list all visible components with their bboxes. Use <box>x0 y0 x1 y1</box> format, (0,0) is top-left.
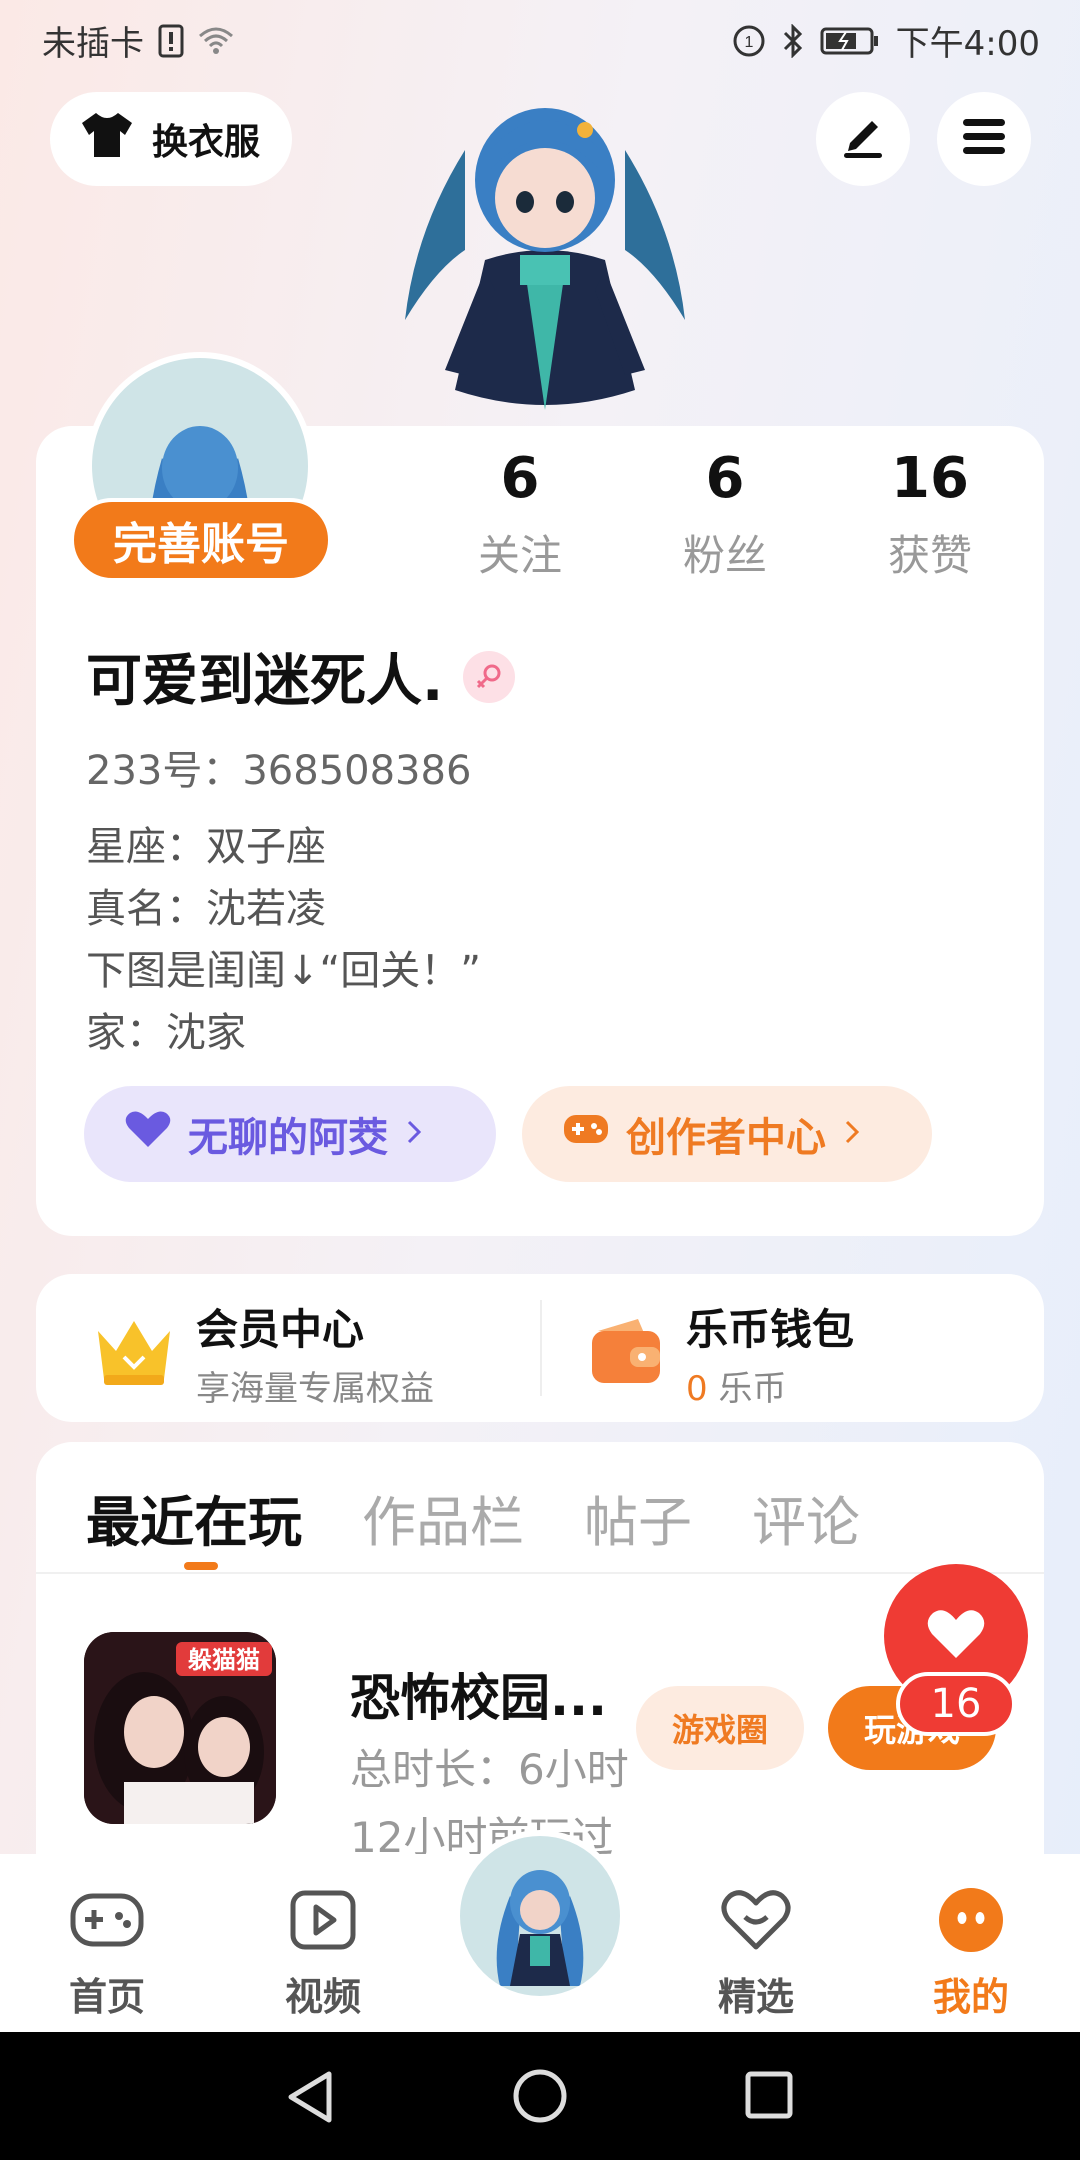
sim-alert-icon <box>158 24 184 58</box>
carrier-text: 未插卡 <box>42 24 144 64</box>
tab-comments[interactable]: 评论 <box>752 1478 860 1557</box>
bio-line: 下图是闺闺↓“回关！” <box>86 948 481 994</box>
stat-likes[interactable]: 16 获赞 <box>840 444 1020 583</box>
tab-posts[interactable]: 帖子 <box>584 1478 692 1557</box>
data-saver-icon: 1 <box>732 24 766 58</box>
like-count-badge: 16 <box>896 1672 1016 1736</box>
nav-mine[interactable]: 我的 <box>896 1882 1046 2021</box>
game-circle-button[interactable]: 游戏圈 <box>636 1686 804 1770</box>
stat-following[interactable]: 6 关注 <box>430 444 610 583</box>
divider <box>36 1572 1044 1574</box>
likes-count: 16 <box>891 446 969 511</box>
female-gender-icon <box>463 650 516 703</box>
following-label: 关注 <box>477 531 562 580</box>
vip-subtitle: 享海量专属权益 <box>196 1369 434 1409</box>
center-avatar-button[interactable] <box>454 1830 626 2002</box>
edit-profile-button[interactable] <box>816 92 910 186</box>
wallet-amount: 0 <box>686 1369 708 1409</box>
gamepad-icon <box>562 1111 610 1157</box>
change-clothes-label: 换衣服 <box>152 122 261 163</box>
wallet-balance: 0 乐币 <box>686 1361 854 1410</box>
nav-home[interactable]: 首页 <box>32 1882 182 2021</box>
game-icon[interactable]: 躲猫猫 <box>84 1632 276 1824</box>
home-circle-icon[interactable] <box>512 2068 568 2128</box>
stat-followers[interactable]: 6 粉丝 <box>635 444 815 583</box>
gamepad-icon <box>32 1882 182 1958</box>
vip-title: 会员中心 <box>196 1305 365 1354</box>
system-nav-bar <box>0 2032 1080 2160</box>
complete-account-button[interactable]: 完善账号 <box>70 498 332 582</box>
followers-count: 6 <box>705 446 745 511</box>
bio-line: 真名：沈若凌 <box>86 886 326 932</box>
username: 可爱到迷死人. <box>86 649 444 714</box>
chevron-right-icon <box>404 1111 424 1157</box>
wallet-icon <box>586 1313 666 1393</box>
active-tab-indicator <box>184 1562 218 1570</box>
creator-center-label: 创作者中心 <box>626 1115 826 1161</box>
profile-face-icon <box>896 1882 1046 1958</box>
tab-recently-played[interactable]: 最近在玩 <box>86 1478 302 1557</box>
nav-video-label: 视频 <box>284 1975 361 2019</box>
heart-outline-icon <box>681 1882 831 1958</box>
bio: 星座：双子座 真名：沈若凌 下图是闺闺↓“回关！” 家：沈家 <box>86 816 481 1064</box>
tab-bar: 最近在玩 作品栏 帖子 评论 <box>86 1478 860 1557</box>
vip-center-entry[interactable]: 会员中心 享海量专属权益 <box>92 1296 434 1410</box>
nav-mine-label: 我的 <box>932 1975 1009 2019</box>
nav-home-label: 首页 <box>68 1975 145 2019</box>
bio-line: 家：沈家 <box>86 1010 246 1056</box>
tab-works[interactable]: 作品栏 <box>362 1478 524 1557</box>
game-icon-text: 躲猫猫 <box>188 1646 260 1674</box>
back-icon[interactable] <box>285 2070 335 2128</box>
nav-featured[interactable]: 精选 <box>681 1882 831 2021</box>
clock-text: 下午4:00 <box>895 24 1040 64</box>
nav-featured-label: 精选 <box>717 1975 794 2019</box>
heart-icon <box>124 1109 172 1159</box>
game-duration: 总时长：6小时 <box>350 1745 629 1794</box>
recents-square-icon[interactable] <box>744 2070 794 2124</box>
wallet-unit: 乐币 <box>718 1369 787 1409</box>
friend-pill-label: 无聊的阿茭 <box>188 1115 388 1161</box>
nav-video[interactable]: 视频 <box>248 1882 398 2021</box>
friend-pill-button[interactable]: 无聊的阿茭 <box>84 1086 496 1182</box>
wallet-title: 乐币钱包 <box>686 1305 855 1354</box>
following-count: 6 <box>500 446 540 511</box>
crown-icon <box>92 1313 176 1393</box>
creator-center-button[interactable]: 创作者中心 <box>522 1086 932 1182</box>
member-card: 会员中心 享海量专属权益 乐币钱包 0 乐币 <box>36 1274 1044 1422</box>
change-clothes-button[interactable]: 换衣服 <box>50 92 292 186</box>
status-bar: 未插卡 1 下午4:00 <box>0 0 1080 72</box>
game-name: 恐怖校园... <box>350 1669 607 1727</box>
video-play-icon <box>248 1882 398 1958</box>
user-id: 233号：368508386 <box>86 748 472 794</box>
wallet-entry[interactable]: 乐币钱包 0 乐币 <box>586 1296 854 1410</box>
chevron-right-icon <box>842 1111 862 1157</box>
wifi-icon <box>198 26 234 56</box>
username-row: 可爱到迷死人. <box>86 636 516 717</box>
hamburger-menu-icon <box>961 117 1007 161</box>
followers-label: 粉丝 <box>682 531 767 580</box>
likes-label: 获赞 <box>887 531 972 580</box>
avatar-character-illustration[interactable] <box>395 70 695 430</box>
divider <box>540 1300 542 1396</box>
heart-icon <box>926 1608 986 1664</box>
pencil-icon <box>840 115 886 163</box>
shirt-icon <box>80 111 134 168</box>
bluetooth-icon <box>782 23 804 58</box>
battery-icon <box>820 26 880 56</box>
menu-button[interactable] <box>937 92 1031 186</box>
svg-text:1: 1 <box>744 34 753 51</box>
bio-line: 星座：双子座 <box>86 824 326 870</box>
